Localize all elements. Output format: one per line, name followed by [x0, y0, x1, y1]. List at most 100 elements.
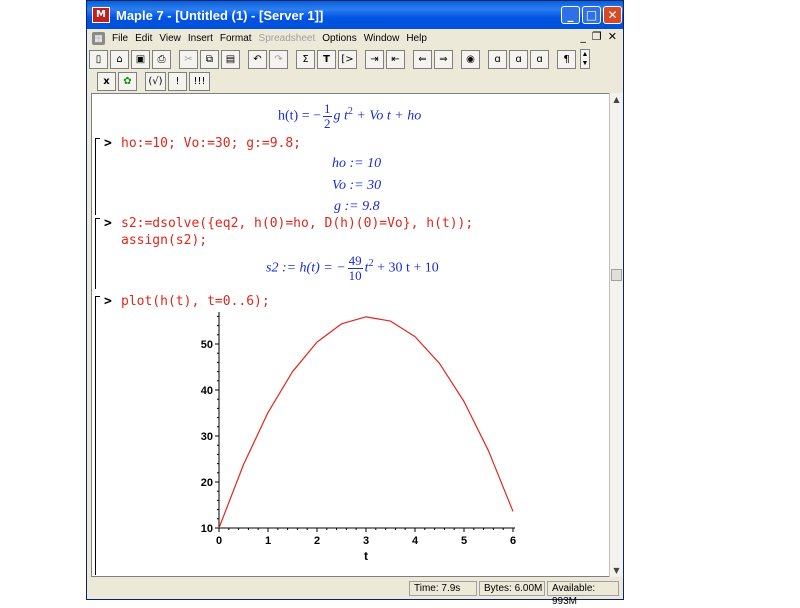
menu-view[interactable]: View: [159, 33, 181, 44]
zoom-large-icon[interactable]: ɑ: [530, 49, 549, 69]
eq2-exponent: 2: [368, 258, 374, 270]
title-bar[interactable]: M Maple 7 - [Untitled (1) - [Server 1]] …: [87, 1, 623, 29]
document-icon[interactable]: ▦: [92, 31, 105, 45]
worksheet[interactable]: h(t) = −1 2 g t2 + Vo t + ho > ho:=10; Vo:…: [91, 93, 611, 577]
mdi-close-icon[interactable]: ✕: [608, 30, 617, 43]
save-icon[interactable]: ▣: [131, 49, 150, 69]
x-tick-label: 3: [363, 535, 369, 547]
output-g: g := 9.8: [334, 199, 380, 214]
back-arrow-icon[interactable]: ⇐: [413, 49, 432, 69]
execution-group-bracket[interactable]: [95, 138, 100, 215]
menu-options[interactable]: Options: [322, 33, 356, 44]
window-title: Maple 7 - [Untitled (1) - [Server 1]]: [116, 7, 324, 23]
sqrt-button[interactable]: (√): [145, 71, 166, 91]
menu-edit[interactable]: Edit: [135, 33, 152, 44]
y-tick-label: 50: [201, 339, 213, 351]
input-line-2a[interactable]: s2:=dsolve({eq2, h(0)=ho, D(h)(0)=Vo}, h…: [121, 216, 473, 231]
execution-group-bracket[interactable]: [95, 296, 100, 575]
x-axis-label: t: [364, 549, 368, 563]
indent-icon[interactable]: ⇥: [365, 49, 384, 69]
x-tick-label: 2: [314, 535, 320, 547]
equation-output-1: h(t) = −1 2 g t2 + Vo t + ho: [278, 102, 421, 131]
eq2-frac-num: 49: [347, 253, 363, 269]
x-tick-label: 4: [412, 535, 419, 547]
main-toolbar: ▯ ⌂ ▣ ⎙ ✂ ⧉ ▤ ↶ ↷ Σ T [> ⇥ ⇤ ⇐ ⇒ ◉ ɑ ɑ ɑ…: [87, 47, 623, 71]
copy-icon[interactable]: ⧉: [200, 49, 219, 69]
eq2-fraction: 49 10: [347, 253, 363, 283]
eq1-frac-num: 1: [323, 101, 332, 117]
y-tick-label: 40: [201, 385, 213, 397]
input-line-3[interactable]: plot(h(t), t=0..6);: [121, 294, 270, 309]
x-tick-label: 6: [510, 535, 516, 547]
eq1-gt: g t: [333, 108, 348, 124]
maple-window: M Maple 7 - [Untitled (1) - [Server 1]] …: [86, 0, 624, 607]
paste-icon[interactable]: ▤: [221, 49, 240, 69]
open-folder-icon[interactable]: ⌂: [110, 49, 129, 69]
execution-group-bracket[interactable]: [95, 218, 100, 289]
maple-leaf-icon[interactable]: ✿: [118, 71, 137, 91]
menu-help[interactable]: Help: [406, 33, 427, 44]
context-toolbar: x ✿ (√) ! !!!: [87, 69, 623, 93]
stop-icon[interactable]: ◉: [461, 49, 480, 69]
y-tick-label: 30: [201, 431, 213, 443]
toolbar-scroll[interactable]: ▲ ▼: [580, 49, 590, 69]
menu-file[interactable]: File: [112, 33, 128, 44]
execute-all-button[interactable]: !!!: [189, 71, 210, 91]
forward-arrow-icon[interactable]: ⇒: [434, 49, 453, 69]
equation-output-2: s2 := h(t) = −49 10 t2 + 30 t + 10: [266, 254, 439, 283]
minimize-button[interactable]: _: [561, 6, 580, 24]
input-line-1[interactable]: ho:=10; Vo:=30; g:=9.8;: [121, 136, 301, 151]
scroll-thumb[interactable]: [611, 269, 622, 281]
mdi-controls: _ ❐ ✕: [580, 30, 617, 43]
insert-prompt-icon[interactable]: [>: [338, 49, 357, 69]
new-file-icon[interactable]: ▯: [89, 49, 108, 69]
menu-insert[interactable]: Insert: [188, 33, 213, 44]
x-tick-label: 0: [216, 535, 222, 547]
scroll-up-icon[interactable]: ▲: [610, 93, 623, 106]
eq1-exponent: 2: [347, 106, 353, 118]
x-tick-label: 5: [461, 535, 467, 547]
print-icon[interactable]: ⎙: [152, 49, 171, 69]
outdent-icon[interactable]: ⇤: [386, 49, 405, 69]
mdi-minimize-icon[interactable]: _: [580, 30, 586, 43]
cut-icon[interactable]: ✂: [179, 49, 198, 69]
status-time: Time: 7.9s: [409, 581, 477, 596]
zoom-small-icon[interactable]: ɑ: [488, 49, 507, 69]
prompt-2: >: [104, 216, 112, 231]
eq2-rest: + 30 t + 10: [377, 260, 439, 276]
menu-bar: ▦ File Edit View Insert Format Spreadshe…: [87, 29, 623, 47]
menu-format[interactable]: Format: [220, 33, 252, 44]
x-tick-label: 1: [265, 535, 271, 547]
eq2-lhs: s2 := h(t) = −: [266, 260, 346, 276]
text-T-icon[interactable]: T: [317, 49, 336, 69]
sigma-icon[interactable]: Σ: [296, 49, 315, 69]
mdi-restore-icon[interactable]: ❐: [592, 30, 602, 43]
series-line: [218, 316, 514, 529]
eq2-frac-den: 10: [348, 268, 362, 283]
close-button[interactable]: ✕: [603, 6, 622, 24]
prompt-3: >: [104, 294, 112, 309]
status-bar: Time: 7.9s Bytes: 6.00M Available: 993M: [87, 579, 623, 607]
output-ho: ho := 10: [332, 156, 382, 171]
scroll-down-icon[interactable]: ▼: [610, 564, 623, 577]
input-line-2b[interactable]: assign(s2);: [121, 233, 207, 248]
status-bytes: Bytes: 6.00M: [479, 581, 545, 596]
maximize-button[interactable]: □: [582, 6, 601, 24]
x-button[interactable]: x: [97, 71, 116, 91]
undo-icon[interactable]: ↶: [248, 49, 267, 69]
y-tick-label: 10: [201, 523, 213, 535]
plot-output[interactable]: 0 1 2 3 4 5 6 10 20 30 40 50 t: [172, 312, 532, 574]
redo-icon[interactable]: ↷: [269, 49, 288, 69]
vertical-scrollbar[interactable]: ▲ ▼: [609, 93, 623, 577]
prompt-1: >: [104, 136, 112, 151]
menu-window[interactable]: Window: [364, 33, 400, 44]
pilcrow-icon[interactable]: ¶: [557, 49, 576, 69]
maple-logo-icon[interactable]: M: [92, 7, 110, 23]
execute-button[interactable]: !: [168, 71, 187, 91]
eq1-frac-den: 2: [324, 116, 331, 131]
zoom-medium-icon[interactable]: ɑ: [509, 49, 528, 69]
eq1-fraction: 12: [323, 102, 332, 131]
y-tick-label: 20: [201, 477, 213, 489]
eq1-rest: + Vo t + ho: [356, 108, 422, 124]
menu-spreadsheet[interactable]: Spreadsheet: [259, 33, 316, 44]
